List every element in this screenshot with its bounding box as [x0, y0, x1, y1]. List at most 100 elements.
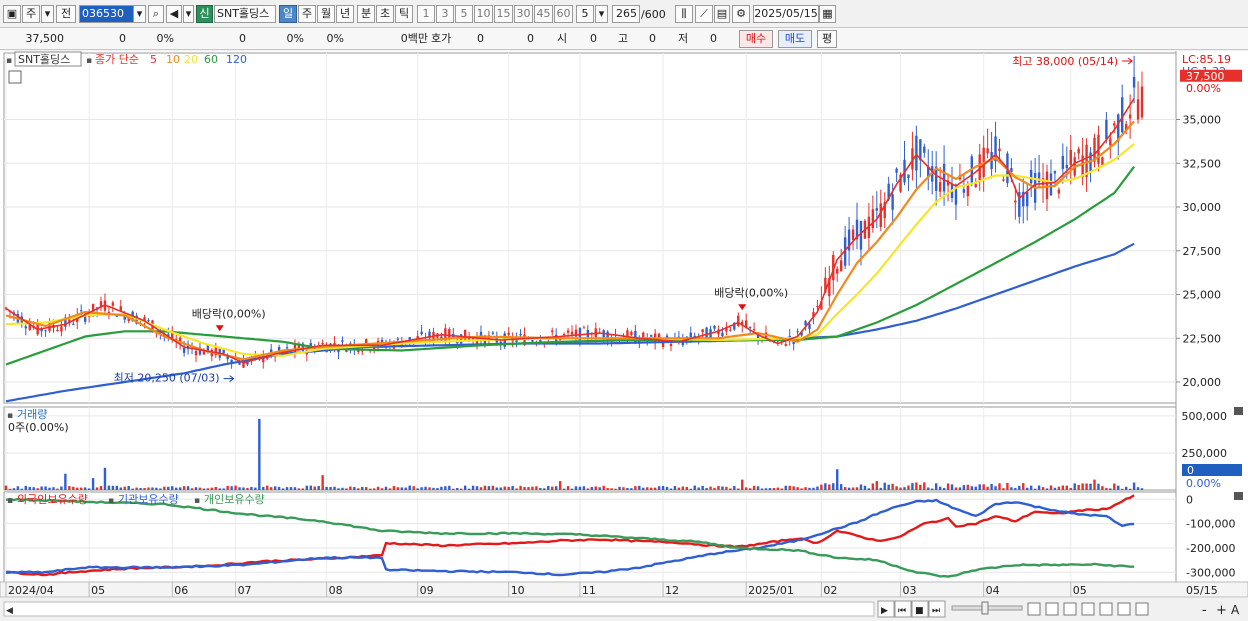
minute-option-30[interactable]: 30	[514, 5, 533, 23]
minute-option-45[interactable]: 45	[534, 5, 553, 23]
tab-tick[interactable]: 틱	[395, 5, 413, 23]
tab-week[interactable]: 주	[298, 5, 316, 23]
candle-body	[871, 209, 875, 229]
candle-body	[713, 325, 716, 329]
new-button[interactable]: 신	[196, 5, 213, 23]
volume-bar	[384, 486, 388, 490]
code-dropdown-icon[interactable]: ▾	[133, 5, 146, 23]
nav-first-icon: ⏮	[898, 606, 906, 616]
high-value: 0	[649, 32, 656, 45]
volume-bar	[1128, 488, 1132, 490]
candle-type-icon[interactable]: ⫼	[675, 5, 693, 23]
minute-option-1-label: 1	[422, 7, 430, 20]
minute-option-5[interactable]: 5	[455, 5, 473, 23]
tab-month[interactable]: 월	[317, 5, 335, 23]
volume-bar	[602, 485, 605, 490]
save-icon[interactable]: ▤	[714, 5, 730, 23]
window-menu-icon[interactable]: ▣	[3, 5, 21, 23]
volume-bar	[258, 418, 261, 490]
count-input[interactable]: 265	[612, 5, 640, 23]
candle-body	[1049, 173, 1053, 196]
minute-option-10[interactable]: 10	[474, 5, 493, 23]
calendar-icon[interactable]: ▦	[819, 5, 836, 23]
volume-bar	[752, 485, 756, 490]
volume-bar	[463, 485, 467, 490]
tab-minute[interactable]: 분	[357, 5, 375, 23]
chart-area[interactable]: 35,000 32,500 30,000 27,500 25,000 22,500 20,0…	[0, 51, 1248, 621]
low-value: 0	[710, 32, 717, 45]
volume-bar	[416, 488, 419, 490]
volume-bar	[554, 486, 558, 490]
prev-button[interactable]: 전	[56, 5, 76, 23]
stock-code-input[interactable]: 036530	[79, 5, 134, 23]
tab-second[interactable]: 초	[376, 5, 394, 23]
stock-legend-name: SNT홀딩스	[18, 53, 70, 66]
x-axis-label: 2025/01	[748, 584, 794, 597]
volume-bar	[531, 486, 534, 490]
speaker-dropdown-icon[interactable]: ▾	[183, 5, 194, 23]
volume-bar	[863, 485, 867, 490]
stock-name-field[interactable]: SNT홀딩스	[214, 5, 276, 23]
volume-bar	[1010, 487, 1013, 490]
volume-bar	[250, 486, 253, 490]
volume-bar	[942, 487, 946, 490]
draw-tool-icon[interactable]: ⟋	[695, 5, 713, 23]
volume-bar	[764, 488, 768, 490]
volume-bar	[119, 487, 122, 490]
volume-bar	[123, 486, 126, 490]
volume-bar	[376, 486, 380, 490]
volume-bar	[408, 485, 411, 490]
volume-bar	[626, 487, 629, 490]
date-input[interactable]: 2025/05/15	[753, 5, 819, 23]
minute-dropdown-icon[interactable]: ▾	[595, 5, 608, 23]
candle-body	[56, 329, 59, 332]
volume-bar	[159, 488, 162, 490]
volume-bar	[911, 483, 914, 490]
bid-label: 호가	[431, 32, 452, 45]
period-dropdown-icon[interactable]: ▾	[41, 5, 54, 23]
candle-body	[851, 229, 855, 241]
candle-body	[721, 332, 724, 337]
volume-bar	[210, 487, 214, 490]
volume-bar	[772, 488, 776, 490]
volume-bar	[325, 486, 328, 490]
open-label: 시	[557, 32, 568, 45]
period-select[interactable]: 주	[22, 5, 40, 23]
volume-bar	[697, 487, 700, 490]
candle-body	[420, 331, 423, 335]
volume-bar	[238, 487, 241, 490]
buy-button[interactable]: 매수	[739, 30, 773, 48]
volume-bar	[456, 487, 459, 490]
minute-custom-select[interactable]: 5	[576, 5, 594, 23]
volume-bar	[748, 488, 752, 490]
candle-body	[562, 333, 566, 335]
volume-bar	[151, 487, 154, 490]
minute-option-3[interactable]: 3	[436, 5, 454, 23]
minute-option-1[interactable]: 1	[417, 5, 435, 23]
speaker-icon[interactable]: ◀	[166, 5, 182, 23]
volume-bar	[1077, 484, 1080, 490]
search-icon[interactable]: ⌕	[148, 5, 164, 23]
volume-tag-label: 0	[1187, 464, 1194, 477]
tab-year[interactable]: 년	[336, 5, 354, 23]
volume-bar	[709, 486, 712, 490]
x-axis-label: 09	[420, 584, 434, 597]
sell-button[interactable]: 매도	[778, 30, 812, 48]
price-pct-label: 0.00%	[1186, 82, 1221, 95]
magnify-icon	[1099, 602, 1113, 616]
volume-bar	[452, 488, 455, 490]
minute-option-60[interactable]: 60	[554, 5, 573, 23]
volume-bar	[483, 485, 487, 490]
settings-gear-icon[interactable]: ⚙	[732, 5, 750, 23]
volume-bar	[1109, 488, 1112, 490]
tab-year-label: 년	[339, 7, 351, 20]
volume-bar	[28, 486, 31, 490]
volume-bar	[931, 488, 934, 490]
minute-option-15[interactable]: 15	[494, 5, 513, 23]
volume-bar	[558, 481, 562, 490]
evaluate-button[interactable]: 평	[817, 30, 837, 48]
turnover-pct: 0%	[326, 32, 344, 45]
volume-bar	[879, 487, 882, 490]
tab-day[interactable]: 일	[279, 5, 297, 23]
volume-bar	[887, 484, 890, 490]
